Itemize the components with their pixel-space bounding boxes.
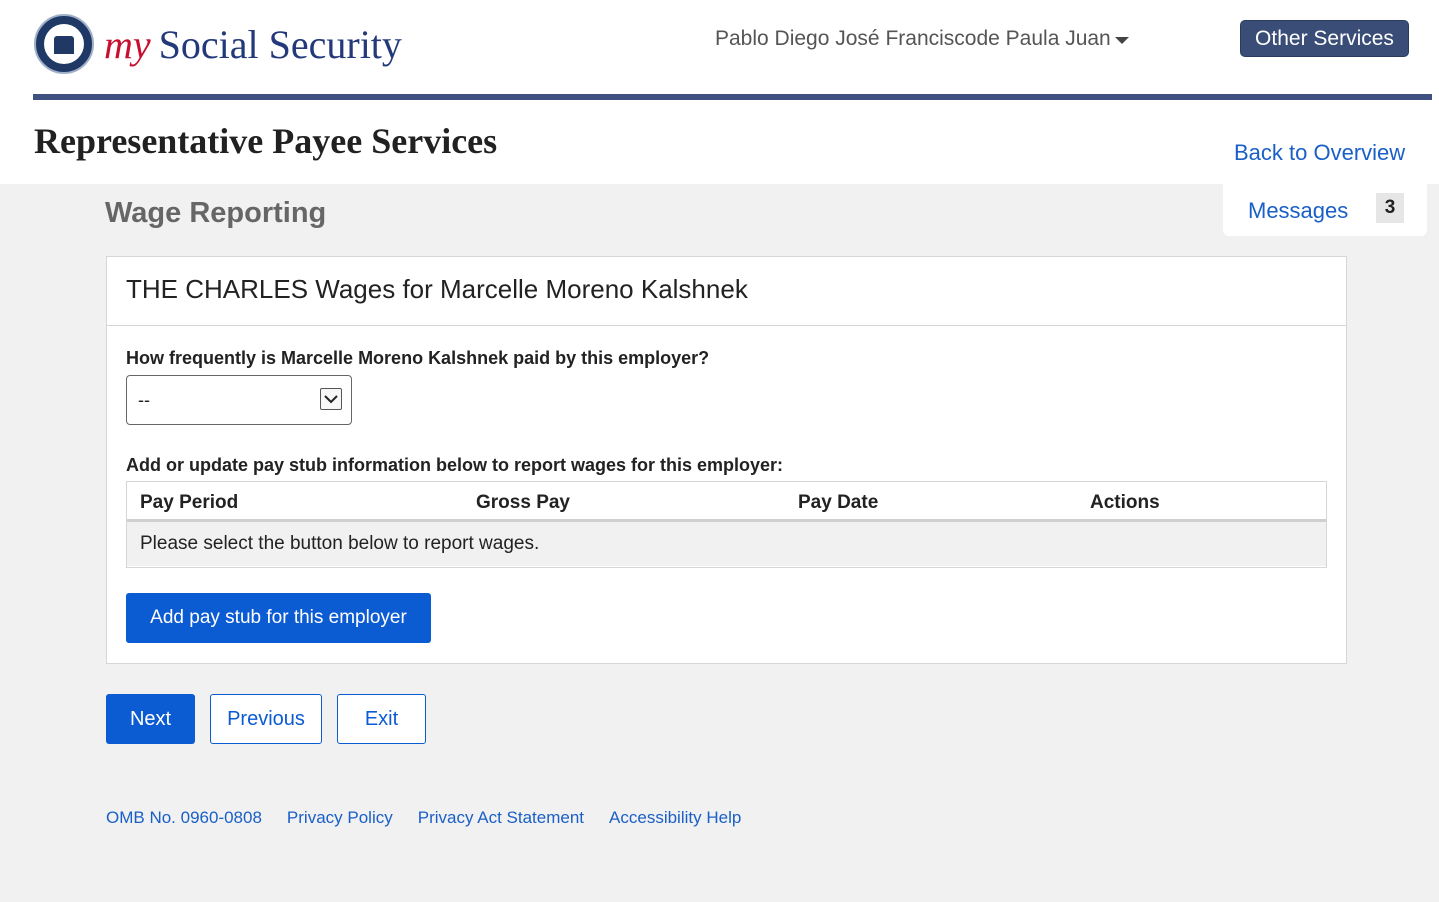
section-title: Wage Reporting bbox=[105, 197, 327, 229]
back-to-overview-link[interactable]: Back to Overview bbox=[1234, 140, 1405, 166]
column-pay-period: Pay Period bbox=[140, 492, 239, 513]
column-pay-date: Pay Date bbox=[798, 492, 879, 513]
pay-stub-table: Pay Period Gross Pay Pay Date Actions Pl… bbox=[126, 481, 1327, 568]
privacy-act-statement-link[interactable]: Privacy Act Statement bbox=[418, 808, 584, 828]
caret-down-icon bbox=[1114, 36, 1129, 44]
user-menu[interactable]: Pablo Diego José Franciscode Paula Juan bbox=[715, 27, 1129, 51]
table-header: Pay Period Gross Pay Pay Date Actions bbox=[127, 482, 1326, 522]
chevron-down-icon bbox=[320, 388, 342, 410]
user-name: Pablo Diego José Franciscode Paula Juan bbox=[715, 27, 1111, 50]
table-row: Please select the button below to report… bbox=[127, 522, 1326, 566]
pay-frequency-value: -- bbox=[138, 390, 150, 410]
messages-tab: Messages 3 bbox=[1223, 184, 1427, 236]
logo-text: my Social Security bbox=[104, 21, 402, 68]
other-services-button[interactable]: Other Services bbox=[1240, 20, 1409, 57]
table-intro: Add or update pay stub information below… bbox=[126, 455, 784, 475]
logo-name: Social Security bbox=[158, 21, 402, 67]
wages-panel: THE CHARLES Wages for Marcelle Moreno Ka… bbox=[106, 256, 1347, 664]
footer-links: OMB No. 0960-0808 Privacy Policy Privacy… bbox=[106, 808, 766, 828]
previous-button[interactable]: Previous bbox=[210, 694, 322, 744]
exit-button[interactable]: Exit bbox=[337, 694, 426, 744]
column-actions: Actions bbox=[1090, 492, 1160, 513]
pay-frequency-select[interactable]: -- bbox=[126, 375, 352, 425]
messages-link[interactable]: Messages bbox=[1248, 198, 1348, 224]
privacy-policy-link[interactable]: Privacy Policy bbox=[287, 808, 393, 828]
next-button[interactable]: Next bbox=[106, 694, 195, 744]
site-header: my Social Security Pablo Diego José Franc… bbox=[0, 0, 1439, 184]
messages-count-badge: 3 bbox=[1376, 193, 1404, 223]
column-gross-pay: Gross Pay bbox=[476, 492, 570, 513]
frequency-question: How frequently is Marcelle Moreno Kalshn… bbox=[126, 348, 710, 368]
ssa-seal-icon bbox=[34, 14, 94, 74]
omb-number[interactable]: OMB No. 0960-0808 bbox=[106, 808, 262, 828]
logo-my: my bbox=[104, 21, 151, 67]
site-logo[interactable]: my Social Security bbox=[34, 14, 402, 74]
panel-heading: THE CHARLES Wages for Marcelle Moreno Ka… bbox=[107, 257, 1346, 326]
accessibility-help-link[interactable]: Accessibility Help bbox=[609, 808, 741, 828]
add-pay-stub-button[interactable]: Add pay stub for this employer bbox=[126, 593, 431, 643]
header-divider bbox=[33, 94, 1432, 100]
page-title: Representative Payee Services bbox=[34, 121, 498, 161]
